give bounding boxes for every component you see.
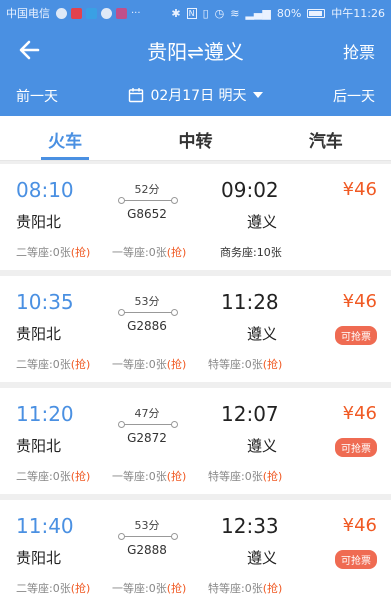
train-card[interactable]: 11:40 贵阳北 53分 G2888 12:33 遵义 ¥46 可抢票 二等座… [0, 500, 391, 600]
duration: 53分 [134, 295, 160, 308]
seat-second-class[interactable]: 二等座:0张(抢) [16, 580, 90, 596]
date-label: 02月17日 明天 [150, 88, 247, 104]
departure-time: 10:35 [16, 290, 74, 314]
train-card[interactable]: 08:10 贵阳北 52分 G8652 09:02 遵义 ¥46 二等座:0张(… [0, 164, 391, 270]
departure-station: 贵阳北 [16, 549, 62, 567]
next-day-button[interactable]: 后一天 [333, 86, 375, 106]
signal-icon: ▂▄▆ [245, 6, 271, 20]
seat-first-class[interactable]: 一等座:0张(抢) [112, 356, 186, 372]
route-line [118, 421, 178, 429]
departure-time: 11:20 [16, 402, 74, 426]
train-number: G2886 [127, 319, 167, 333]
seat-second-class[interactable]: 二等座:0张(抢) [16, 356, 90, 372]
seat-first-class[interactable]: 一等座:0张(抢) [112, 468, 186, 484]
train-card[interactable]: 10:35 贵阳北 53分 G2886 11:28 遵义 ¥46 可抢票 二等座… [0, 276, 391, 382]
grab-ticket-badge[interactable]: 可抢票 [335, 550, 377, 569]
seat-business-class[interactable]: 商务座:10张 [220, 244, 282, 260]
vibrate-icon: ▯ [202, 6, 209, 20]
alarm-icon: ◷ [214, 6, 225, 20]
departure-station: 贵阳北 [16, 213, 62, 231]
train-number: G8652 [127, 207, 167, 221]
chat-icon [56, 7, 67, 19]
train-card[interactable]: 11:20 贵阳北 47分 G2872 12:07 遵义 ¥46 可抢票 二等座… [0, 388, 391, 494]
arrival-station: 遵义 [247, 549, 278, 567]
departure-station: 贵阳北 [16, 325, 62, 343]
departure-station: 贵阳北 [16, 437, 62, 455]
grab-ticket-badge[interactable]: 可抢票 [335, 326, 377, 345]
battery-icon [307, 8, 326, 18]
notification-icons: ··· [56, 7, 145, 19]
tab-bus[interactable]: 汽车 [261, 116, 391, 160]
calendar-icon [129, 88, 144, 103]
arrival-station: 遵义 [247, 213, 278, 231]
seat-first-class[interactable]: 一等座:0张(抢) [112, 580, 186, 596]
seat-first-class[interactable]: 一等座:0张(抢) [112, 244, 186, 260]
route-title[interactable]: 贵阳⇌遵义 [0, 36, 391, 65]
train-number: G2872 [127, 431, 167, 445]
duration: 53分 [134, 519, 160, 532]
grab-ticket-badge[interactable]: 可抢票 [335, 438, 377, 457]
wechat-icon [101, 7, 112, 19]
nfc-icon: N [186, 7, 197, 19]
price: ¥46 [342, 179, 377, 200]
grab-ticket-button[interactable]: 抢票 [343, 39, 375, 63]
seat-premium-class[interactable]: 特等座:0张(抢) [208, 356, 282, 372]
arrival-time: 12:07 [221, 402, 279, 426]
seat-premium-class[interactable]: 特等座:0张(抢) [208, 468, 282, 484]
route-line [118, 309, 178, 317]
more-icon: ··· [131, 7, 141, 19]
seat-second-class[interactable]: 二等座:0张(抢) [16, 468, 90, 484]
carrier-label: 中国电信 [6, 7, 50, 20]
app-header: 贵阳⇌遵义 抢票 [0, 26, 391, 74]
tab-train[interactable]: 火车 [0, 116, 130, 160]
clock: 中午11:26 [331, 7, 385, 20]
arrival-station: 遵义 [247, 325, 278, 343]
tab-transfer[interactable]: 中转 [130, 116, 260, 160]
chevron-down-icon [252, 92, 263, 98]
departure-time: 11:40 [16, 514, 74, 538]
price: ¥46 [342, 291, 377, 312]
route-line [118, 533, 178, 541]
transport-tabs: 火车 中转 汽车 [0, 116, 391, 161]
battery-percent: 80% [276, 6, 302, 20]
duration: 47分 [134, 407, 160, 420]
arrival-time: 11:28 [221, 290, 279, 314]
price: ¥46 [342, 403, 377, 424]
arrival-time: 09:02 [221, 178, 279, 202]
app-icon [86, 7, 97, 19]
seat-second-class[interactable]: 二等座:0张(抢) [16, 244, 90, 260]
wifi-icon: ≋ [230, 6, 240, 20]
date-bar: 前一天 02月17日 明天 后一天 [0, 74, 391, 116]
app-icon [116, 7, 127, 19]
seat-premium-class[interactable]: 特等座:0张(抢) [208, 580, 282, 596]
arrival-station: 遵义 [247, 437, 278, 455]
departure-time: 08:10 [16, 178, 74, 202]
status-bar: 中国电信 ··· ✱ N ▯ ◷ ≋ ▂▄▆ 80% 中午11:26 [0, 0, 391, 26]
route-line [118, 197, 178, 205]
price: ¥46 [342, 515, 377, 536]
train-number: G2888 [127, 543, 167, 557]
app-icon [71, 7, 82, 19]
duration: 52分 [134, 183, 160, 196]
bluetooth-icon: ✱ [171, 6, 181, 20]
arrival-time: 12:33 [221, 514, 279, 538]
